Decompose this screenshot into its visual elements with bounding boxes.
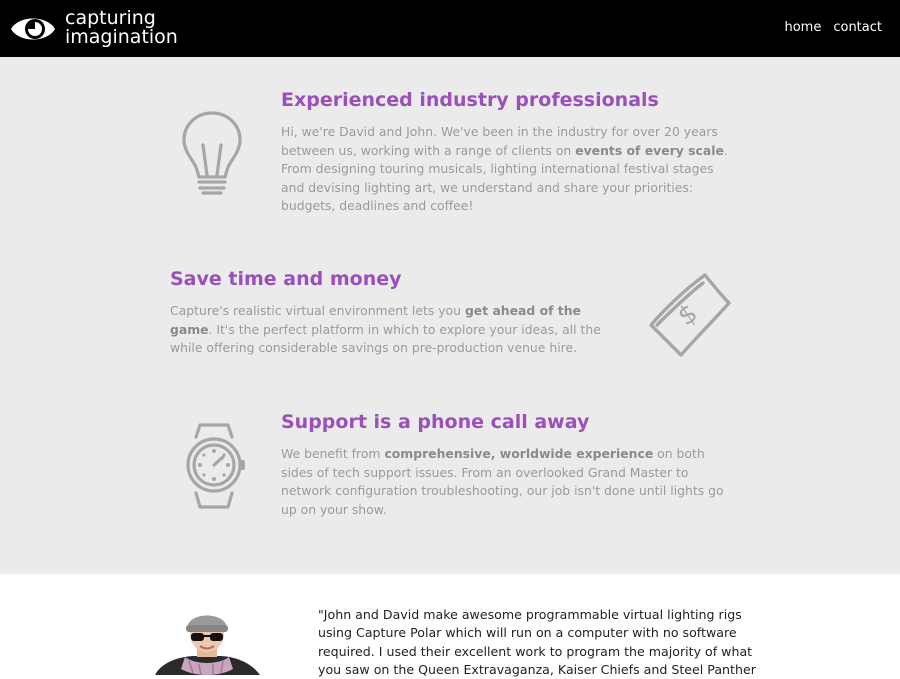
feature-body: We benefit from comprehensive, worldwide… bbox=[281, 446, 724, 517]
logo-text: capturing imagination bbox=[65, 9, 178, 47]
nav-contact-link[interactable]: contact bbox=[833, 20, 882, 35]
lightbulb-icon bbox=[182, 111, 242, 195]
testimonial-section: "John and David make awesome programmabl… bbox=[0, 574, 900, 677]
logo[interactable]: capturing imagination bbox=[9, 9, 189, 49]
money-bill-icon: $ bbox=[649, 273, 731, 357]
features-section: Experienced industry professionals Hi, w… bbox=[0, 57, 900, 574]
feature-save-time: Save time and money Capture's realistic … bbox=[170, 268, 615, 358]
feature-title: Support is a phone call away bbox=[281, 411, 590, 433]
feature-body: Capture's realistic virtual environment … bbox=[170, 303, 601, 356]
feature-support: Support is a phone call away We benefit … bbox=[281, 411, 731, 519]
site-header: capturing imagination home contact bbox=[0, 0, 900, 57]
testimonial-avatar bbox=[155, 607, 260, 675]
feature-body: Hi, we're David and John. We've been in … bbox=[281, 124, 728, 214]
main-nav: home contact bbox=[784, 20, 882, 35]
logo-line-2: imagination bbox=[65, 26, 178, 48]
feature-title: Experienced industry professionals bbox=[281, 89, 659, 111]
testimonial-quote: "John and David make awesome programmabl… bbox=[318, 607, 756, 677]
nav-home-link[interactable]: home bbox=[784, 20, 821, 35]
eye-logo-icon bbox=[11, 18, 55, 40]
feature-title: Save time and money bbox=[170, 268, 402, 290]
watch-icon bbox=[186, 423, 245, 509]
feature-experienced: Experienced industry professionals Hi, w… bbox=[281, 89, 731, 216]
svg-text:$: $ bbox=[673, 298, 704, 332]
